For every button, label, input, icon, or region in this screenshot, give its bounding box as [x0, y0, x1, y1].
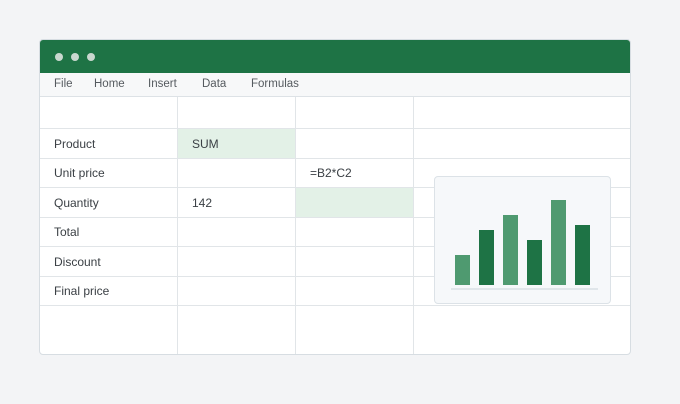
cell-a4[interactable]: Total	[54, 225, 79, 239]
column-divider	[177, 97, 178, 354]
window-dot-icon[interactable]	[87, 53, 95, 61]
window-dot-icon[interactable]	[55, 53, 63, 61]
chart-bar-4	[527, 240, 542, 285]
menu-home[interactable]: Home	[94, 78, 125, 90]
chart-bar-1	[455, 255, 470, 285]
bar-chart	[451, 200, 598, 290]
chart-bar-2	[479, 230, 494, 285]
cell-a1[interactable]: Product	[54, 137, 95, 151]
cell-b3[interactable]: 142	[192, 196, 212, 210]
column-divider	[295, 97, 296, 354]
chart-bar-3	[503, 215, 518, 285]
cell-a2[interactable]: Unit price	[54, 166, 105, 180]
chart-bar-5	[551, 200, 566, 285]
spreadsheet-window: File Home Insert Data Formulas Product U…	[39, 39, 631, 355]
menu-data[interactable]: Data	[202, 78, 226, 90]
cell-a6[interactable]: Final price	[54, 284, 109, 298]
menu-insert[interactable]: Insert	[148, 78, 177, 90]
cell-c2[interactable]: =B2*C2	[310, 166, 352, 180]
row-divider	[40, 158, 630, 159]
menu-file[interactable]: File	[54, 78, 73, 90]
cell-a3[interactable]: Quantity	[54, 196, 99, 210]
title-bar	[40, 40, 630, 73]
cell-c3-highlight[interactable]	[296, 188, 414, 217]
chart-bar-6	[575, 225, 590, 285]
row-divider	[40, 305, 630, 306]
row-divider	[40, 128, 630, 129]
window-dot-icon[interactable]	[71, 53, 79, 61]
column-divider	[413, 97, 414, 354]
cell-a5[interactable]: Discount	[54, 255, 101, 269]
chart-card[interactable]	[434, 176, 611, 304]
menu-bar: File Home Insert Data Formulas	[40, 73, 630, 97]
menu-formulas[interactable]: Formulas	[251, 78, 299, 90]
cell-b1[interactable]: SUM	[192, 137, 219, 151]
sheet-grid: Product Unit price Quantity Total Discou…	[40, 97, 630, 354]
